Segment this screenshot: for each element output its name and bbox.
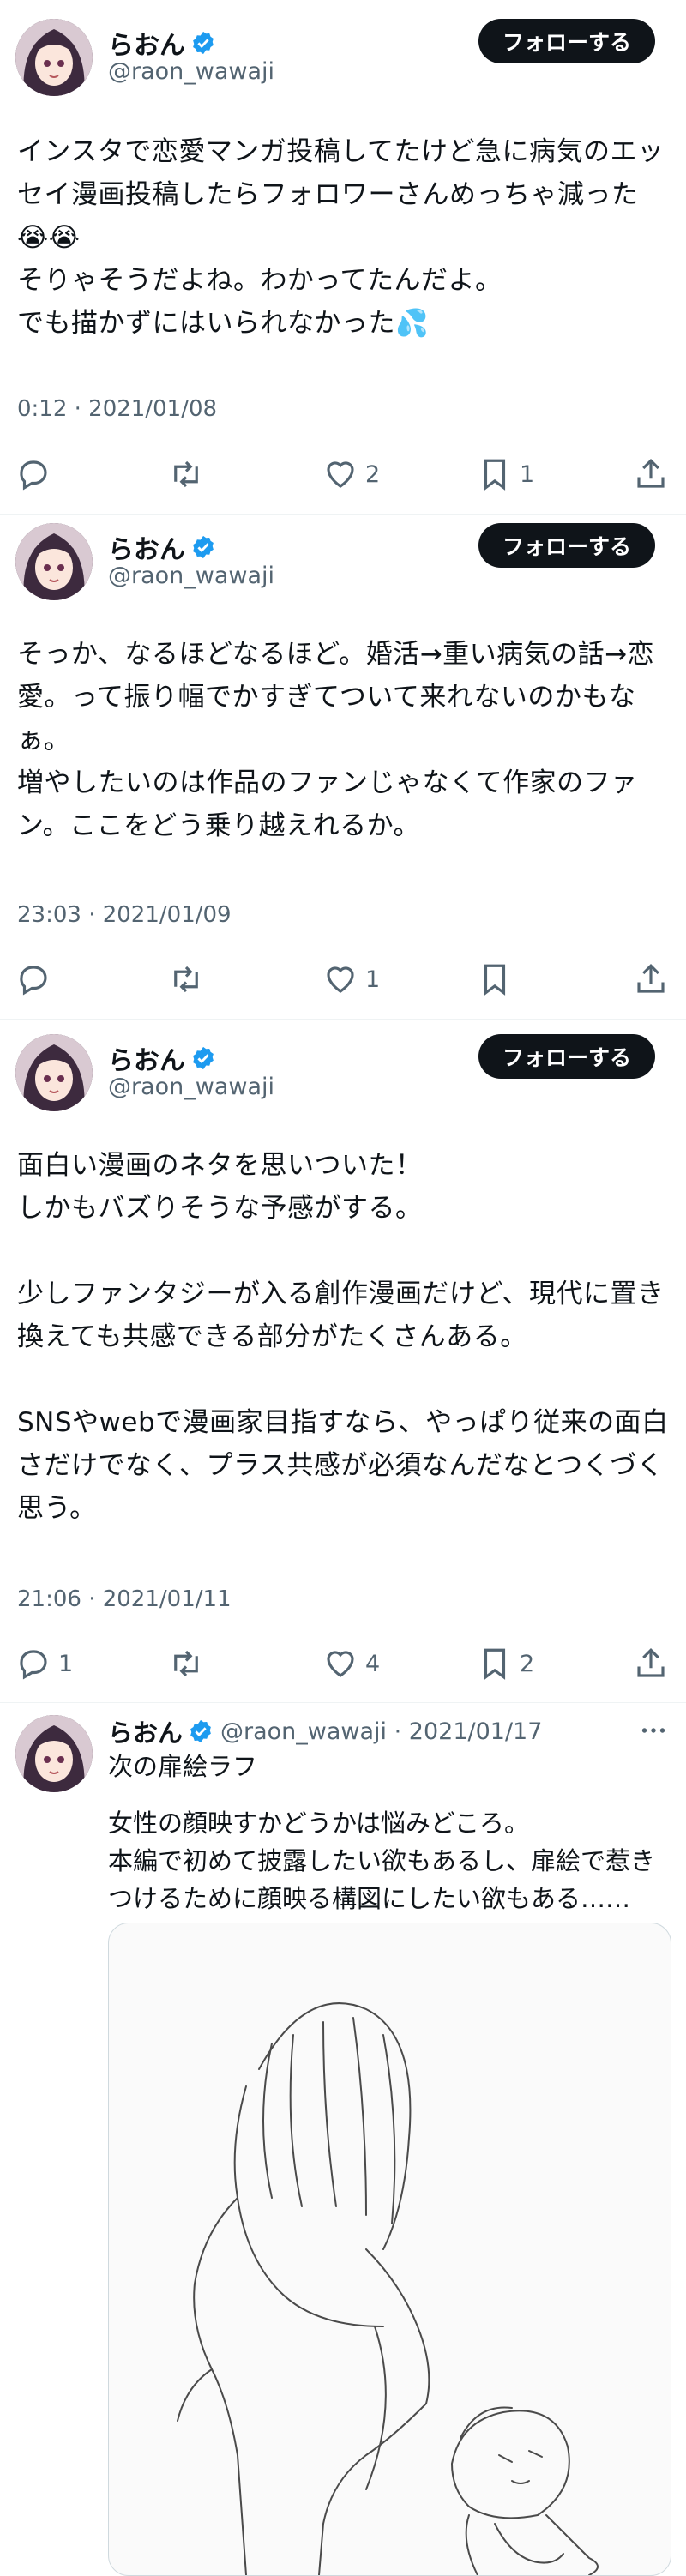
retweet-button[interactable] [168,1638,204,1689]
user-name-row: らおん @raon_wawaji · 2021/01/17 [108,1713,542,1749]
share-icon [637,964,665,993]
sketch-illustration [177,2002,599,2575]
tweet-3: らおん @raon_wawaji フォローする 面白い漫画のネタを思いついた！ … [0,1017,686,1703]
reply-icon [20,460,47,491]
share-icon [637,1648,665,1677]
like-button[interactable]: 4 [322,1638,380,1689]
retweet-button[interactable] [168,954,204,1005]
user-name-row: らおん [108,528,216,566]
like-count: 2 [365,460,381,488]
avatar[interactable] [15,1715,93,1792]
media-image[interactable] [108,1923,671,2576]
share-icon [637,459,665,488]
bookmark-button[interactable]: 2 [477,1638,534,1689]
bookmark-count: 1 [520,460,535,488]
follow-button[interactable]: フォローする [478,19,655,63]
bookmark-button[interactable]: 1 [477,448,534,500]
bookmark-button[interactable] [477,954,520,1005]
bookmark-icon [484,964,506,996]
user-name[interactable]: らおん [108,1039,185,1077]
heart-icon [327,461,354,488]
tweet-timestamp[interactable]: 21:06 · 2021/01/11 [17,1586,232,1612]
tweet-text: 女性の顔映すかどうかは悩みどころ。 本編で初めて披露したい欲もあるし、扉絵で惹き… [108,1809,656,1913]
user-handle[interactable]: @raon_wawaji [108,58,274,85]
tweet-text: インスタで恋愛マンガ投稿してたけど急に病気のエッセイ漫画投稿したらフォロワーさん… [17,136,665,339]
reply-button[interactable] [15,448,58,500]
bookmark-count: 2 [520,1650,535,1677]
user-handle[interactable]: @raon_wawaji [108,1074,274,1100]
heart-icon [327,966,354,993]
like-button[interactable]: 1 [322,954,380,1005]
verified-badge-icon [193,31,214,55]
retweet-icon [174,1650,198,1677]
verified-badge-icon [190,1719,211,1743]
tweet-title: 次の扉絵ラフ [108,1752,258,1781]
tweet-text: 面白い漫画のネタを思いついた！ しかもバズりそうな予感がする。 少しファンタジー… [17,1150,669,1524]
reply-button[interactable] [15,954,58,1005]
verified-badge-icon [193,535,214,559]
user-name-row: らおん [108,1039,216,1077]
reply-count: 1 [58,1650,74,1677]
reply-icon [20,966,47,996]
retweet-button[interactable] [168,448,204,500]
bookmark-icon [484,459,506,491]
tweet-meta[interactable]: @raon_wawaji · 2021/01/17 [220,1718,542,1745]
tweet-actions: 1 4 2 [0,1638,686,1689]
user-name[interactable]: らおん [108,528,185,566]
share-button[interactable] [633,448,669,500]
tweet-timestamp[interactable]: 0:12 · 2021/01/08 [17,396,217,422]
verified-badge-icon [193,1046,214,1070]
tweet-actions: 1 [0,954,686,1005]
reply-icon [20,1650,47,1680]
user-name[interactable]: らおん [108,1713,183,1749]
like-button[interactable]: 2 [322,448,380,500]
tweet-text: そっか、なるほどなるほど。婚活→重い病気の話→恋愛。って振り幅でかすぎてついて来… [17,639,655,841]
user-name-row: らおん [108,24,216,62]
user-name[interactable]: らおん [108,24,185,62]
more-icon[interactable] [638,1715,669,1746]
reply-button[interactable]: 1 [15,1638,73,1689]
heart-icon [327,1651,354,1677]
thread-tweet: らおん @raon_wawaji · 2021/01/17 次の扉絵ラフ 女性の… [0,1703,686,2576]
avatar[interactable] [15,19,93,96]
tweet-1: らおん @raon_wawaji フォローする インスタで恋愛マンガ投稿してたけ… [0,0,686,515]
avatar[interactable] [15,523,93,600]
tweet-actions: 2 1 [0,448,686,500]
retweet-icon [174,460,198,488]
retweet-icon [174,966,198,993]
tweet-2: らおん @raon_wawaji フォローする そっか、なるほどなるほど。婚活→… [0,506,686,1020]
follow-button[interactable]: フォローする [478,1034,655,1079]
bookmark-icon [484,1648,506,1680]
share-button[interactable] [633,1638,669,1689]
avatar[interactable] [15,1034,93,1111]
user-handle[interactable]: @raon_wawaji [108,563,274,589]
tweet-timestamp[interactable]: 23:03 · 2021/01/09 [17,902,232,928]
share-button[interactable] [633,954,669,1005]
like-count: 4 [365,1650,381,1677]
follow-button[interactable]: フォローする [478,523,655,568]
like-count: 1 [365,966,381,993]
